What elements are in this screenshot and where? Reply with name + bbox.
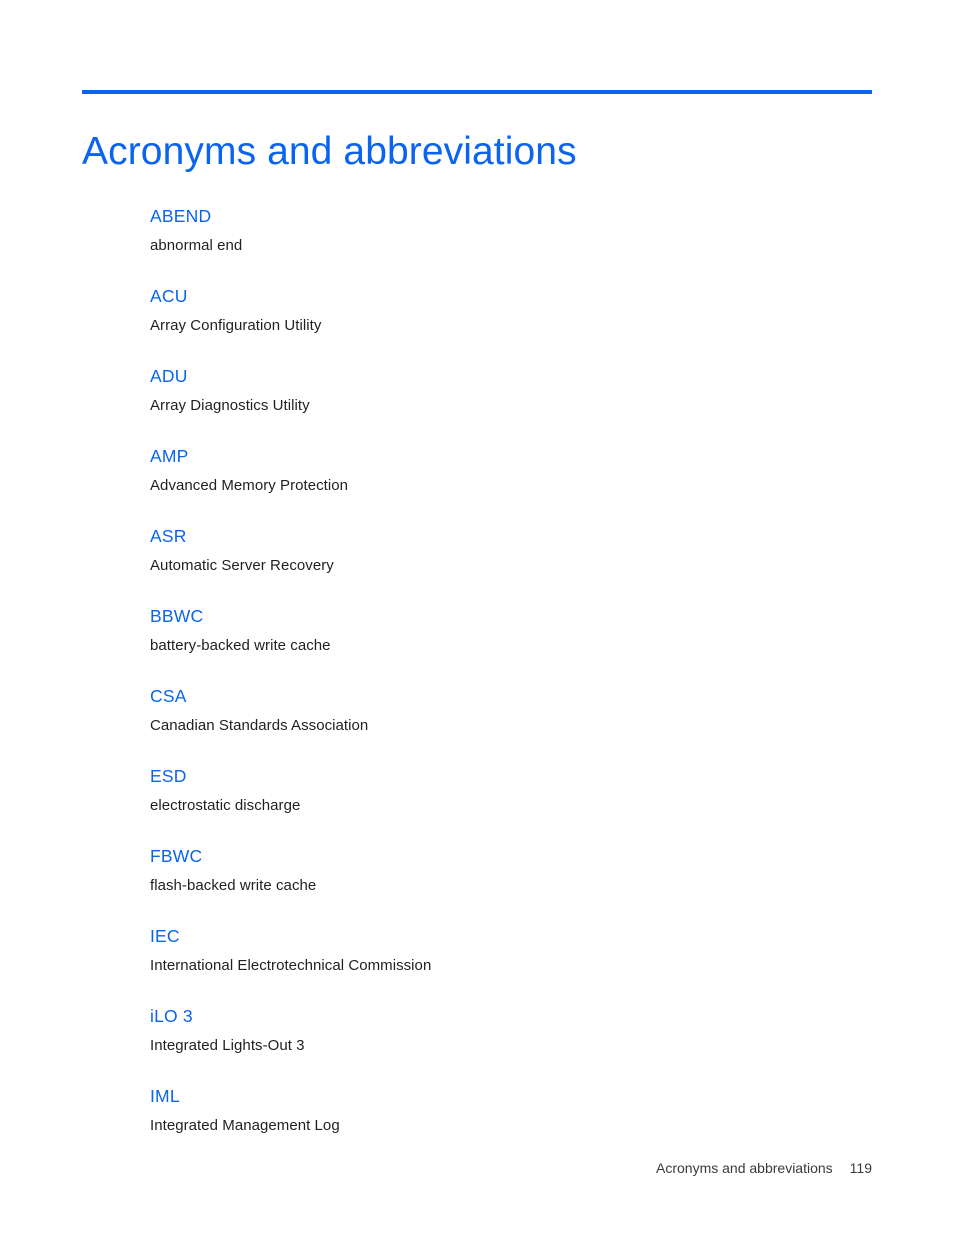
glossary-term: ACU [150,286,188,306]
glossary-definition: Integrated Management Log [150,1117,340,1134]
glossary-term: AMP [150,446,189,466]
glossary-entry: ADU Array Diagnostics Utility [150,365,872,416]
glossary-entry: IML Integrated Management Log [150,1085,872,1136]
glossary-entry: ABEND abnormal end [150,205,872,256]
glossary-definition: abnormal end [150,237,243,254]
glossary-definition: Canadian Standards Association [150,717,369,734]
glossary-entry: FBWC flash-backed write cache [150,845,872,896]
footer-page-number: 119 [849,1160,872,1176]
glossary-entry: IEC International Electrotechnical Commi… [150,925,872,976]
glossary-entry: ESD electrostatic discharge [150,765,872,816]
glossary-entry: ACU Array Configuration Utility [150,285,872,336]
glossary-definition: battery-backed write cache [150,637,331,654]
glossary-entry: BBWC battery-backed write cache [150,605,872,656]
glossary-definition: Automatic Server Recovery [150,557,334,574]
glossary-term: ABEND [150,206,212,226]
title-horizontal-rule [82,90,872,94]
glossary-definition: Integrated Lights-Out 3 [150,1037,305,1054]
glossary-definition: Advanced Memory Protection [150,477,349,494]
footer-section-label: Acronyms and abbreviations [656,1160,833,1176]
glossary-definition: Array Configuration Utility [150,317,322,334]
glossary-term: FBWC [150,846,203,866]
glossary-term: BBWC [150,606,204,626]
page-title: Acronyms and abbreviations [82,130,577,174]
glossary-entry: ASR Automatic Server Recovery [150,525,872,576]
glossary-list: ABEND abnormal end ACU Array Configurati… [150,205,872,1136]
glossary-entry: iLO 3 Integrated Lights-Out 3 [150,1005,872,1056]
glossary-definition: flash-backed write cache [150,877,317,894]
glossary-entry: CSA Canadian Standards Association [150,685,872,736]
glossary-definition: International Electrotechnical Commissio… [150,957,432,974]
document-page: Acronyms and abbreviations ABEND abnorma… [0,0,954,1235]
glossary-term: CSA [150,686,187,706]
glossary-definition: electrostatic discharge [150,797,301,814]
glossary-term: ASR [150,526,187,546]
glossary-entry: AMP Advanced Memory Protection [150,445,872,496]
glossary-term: IEC [150,926,180,946]
glossary-term: iLO 3 [150,1006,193,1026]
glossary-term: ADU [150,366,188,386]
page-footer: Acronyms and abbreviations 119 [82,1158,872,1178]
glossary-term: ESD [150,766,187,786]
glossary-term: IML [150,1086,180,1106]
glossary-definition: Array Diagnostics Utility [150,397,310,414]
